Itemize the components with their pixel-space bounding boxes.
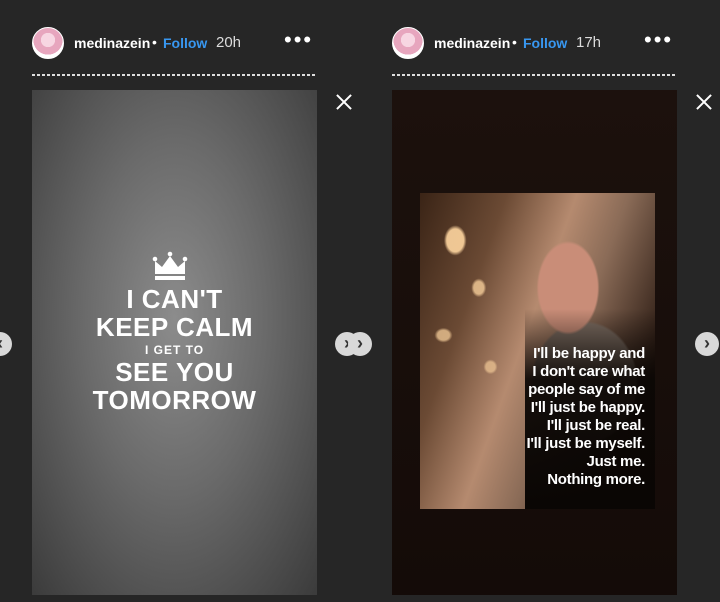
- more-options-icon[interactable]: •••: [284, 27, 313, 53]
- story-image[interactable]: I CAN'T KEEP CALM I GET TO SEE YOU TOMOR…: [32, 90, 317, 595]
- quote-line: Nothing more.: [547, 471, 645, 488]
- avatar[interactable]: [32, 27, 64, 59]
- post-time: 20h: [216, 34, 242, 51]
- follow-button[interactable]: Follow: [163, 35, 207, 51]
- text-line: I GET TO: [144, 343, 205, 358]
- quote-line: I'll just be real.: [546, 417, 646, 434]
- text-line: TOMORROW: [92, 385, 257, 416]
- separator-dot: •: [152, 34, 157, 50]
- separator-dot: •: [512, 34, 517, 50]
- story-header: medinazein • Follow 20h •••: [32, 24, 317, 64]
- text-line: I CAN'T: [126, 284, 223, 314]
- quote-line: I'll be happy and: [533, 345, 645, 362]
- more-options-icon[interactable]: •••: [644, 27, 673, 53]
- post-time: 17h: [576, 34, 602, 51]
- quote-line: I don't care what: [532, 363, 645, 380]
- quote-line: people say of me: [528, 381, 645, 398]
- keep-calm-text: I CAN'T KEEP CALM I GET TO SEE YOU TOMOR…: [32, 285, 317, 414]
- story-image[interactable]: I'll be happy and I don't care what peop…: [392, 90, 677, 595]
- username[interactable]: medinazein: [74, 35, 150, 51]
- quote-line: I'll just be happy.: [530, 399, 646, 416]
- story-panel-right: medinazein • Follow 17h ••• I'll be happ…: [360, 0, 720, 602]
- quote-line: Just me.: [586, 453, 646, 470]
- story-progress-bar: [392, 74, 677, 76]
- story-panel-left: medinazein • Follow 20h ••• I CAN'T KEEP…: [0, 0, 360, 602]
- story-header: medinazein • Follow 17h •••: [392, 24, 677, 64]
- username[interactable]: medinazein: [434, 35, 510, 51]
- story-photo: I'll be happy and I don't care what peop…: [420, 193, 655, 509]
- text-line: SEE YOU: [115, 357, 234, 388]
- close-icon[interactable]: [692, 90, 716, 114]
- quote-line: I'll just be myself.: [526, 435, 646, 452]
- quote-text: I'll be happy and I don't care what peop…: [475, 345, 646, 489]
- text-line: KEEP CALM: [95, 312, 254, 343]
- close-icon[interactable]: [332, 90, 356, 114]
- crown-icon: [152, 251, 188, 280]
- story-progress-bar: [32, 74, 317, 76]
- follow-button[interactable]: Follow: [523, 35, 567, 51]
- avatar[interactable]: [392, 27, 424, 59]
